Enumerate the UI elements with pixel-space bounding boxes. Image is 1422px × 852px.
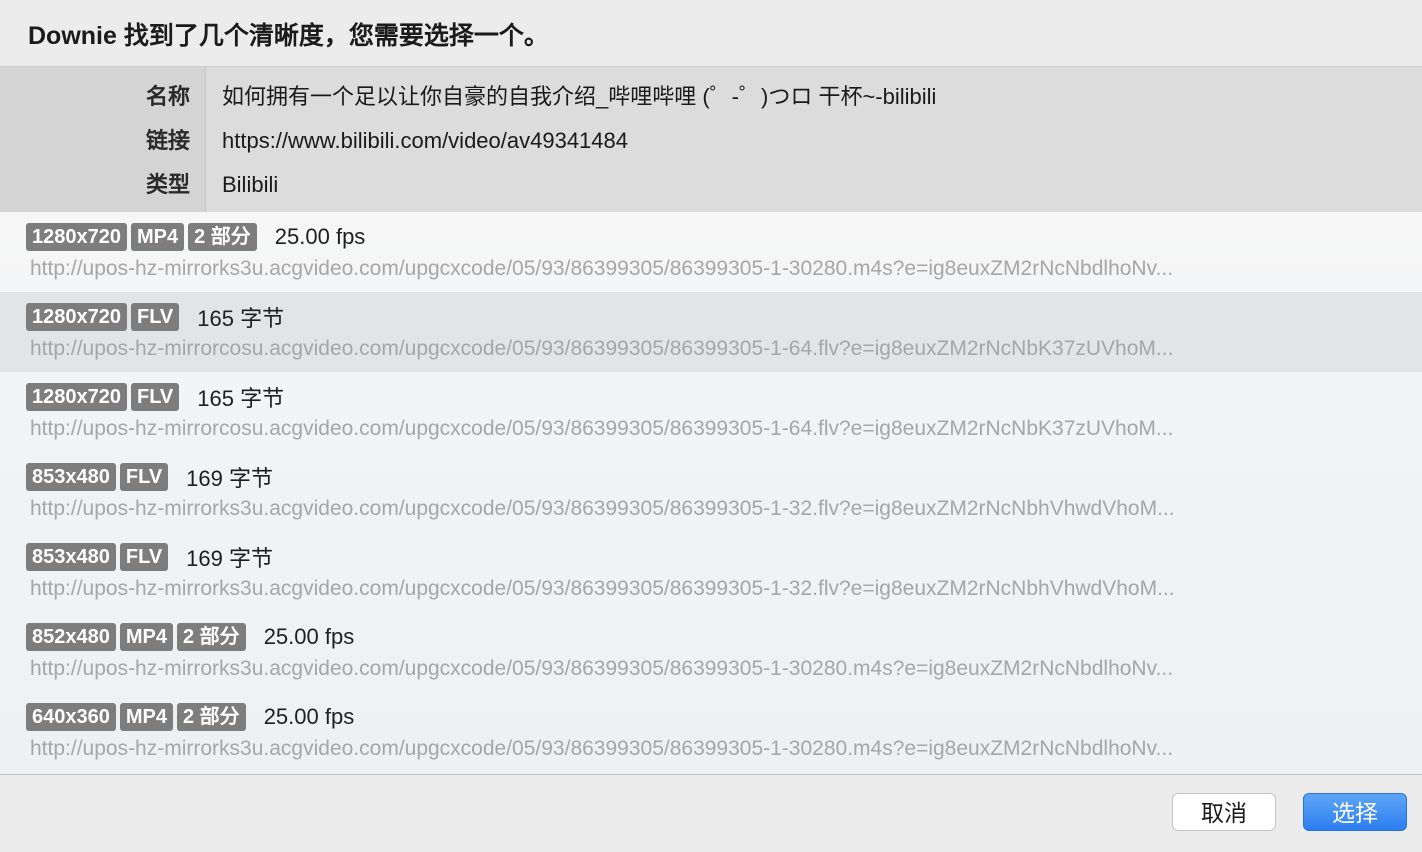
option-url: http://upos-hz-mirrorks3u.acgvideo.com/u… [30,657,1174,680]
quality-option[interactable]: 853x480 FLV 169 字节 http://upos-hz-mirror… [0,532,1422,612]
option-url: http://upos-hz-mirrorks3u.acgvideo.com/u… [30,257,1174,280]
format-badge: FLV [130,303,180,331]
parts-badge: 2 部分 [188,223,257,251]
info-row-name: 名称 如何拥有一个足以让你自豪的自我介绍_哔哩哔哩 (゜-゜)つロ 干杯~-bi… [0,77,1422,117]
option-url: http://upos-hz-mirrorks3u.acgvideo.com/u… [30,577,1175,600]
option-meta: 165 字节 [197,386,285,411]
resolution-badge: 1280x720 [26,303,127,331]
resolution-badge: 853x480 [26,463,116,491]
link-label: 链接 [145,128,190,153]
option-badges: 1280x720 FLV 165 字节 [26,382,284,412]
option-meta: 165 字节 [197,306,285,331]
resolution-badge: 640x360 [26,703,116,731]
quality-option[interactable]: 1280x720 FLV 165 字节 http://upos-hz-mirro… [0,292,1422,372]
option-badges: 853x480 FLV 169 字节 [26,542,273,572]
quality-option[interactable]: 852x480 MP4 2 部分 25.00 fps http://upos-h… [0,612,1422,692]
quality-picker-dialog: Downie 找到了几个清晰度，您需要选择一个。 名称 如何拥有一个足以让你自豪… [0,0,1422,852]
quality-option[interactable]: 1280x720 FLV 165 字节 http://upos-hz-mirro… [0,372,1422,452]
resolution-badge: 852x480 [26,623,116,651]
name-label: 名称 [145,84,190,109]
format-badge: FLV [130,383,180,411]
type-label: 类型 [145,172,190,197]
dialog-footer: 取消 选择 [0,775,1422,852]
quality-option[interactable]: 640x360 MP4 2 部分 25.00 fps http://upos-h… [0,692,1422,772]
dialog-title: Downie 找到了几个清晰度，您需要选择一个。 [28,22,549,50]
option-url: http://upos-hz-mirrorcosu.acgvideo.com/u… [30,417,1174,440]
option-badges: 1280x720 FLV 165 字节 [26,302,284,332]
resolution-badge: 853x480 [26,543,116,571]
option-url: http://upos-hz-mirrorcosu.acgvideo.com/u… [30,337,1174,360]
parts-badge: 2 部分 [177,623,246,651]
parts-badge: 2 部分 [177,703,246,731]
quality-option[interactable]: 853x480 FLV 169 字节 http://upos-hz-mirror… [0,452,1422,532]
info-row-link: 链接 https://www.bilibili.com/video/av4934… [0,121,1422,161]
format-badge: FLV [119,543,169,571]
quality-list[interactable]: 1280x720 MP4 2 部分 25.00 fps http://upos-… [0,212,1422,775]
format-badge: MP4 [130,223,185,251]
name-value: 如何拥有一个足以让你自豪的自我介绍_哔哩哔哩 (゜-゜)つロ 干杯~-bilib… [222,84,937,109]
format-badge: MP4 [119,623,173,651]
format-badge: MP4 [119,703,173,731]
type-value: Bilibili [222,172,279,197]
option-badges: 853x480 FLV 169 字节 [26,462,273,492]
option-badges: 1280x720 MP4 2 部分 25.00 fps [26,222,365,252]
resolution-badge: 1280x720 [26,383,127,411]
option-meta: 25.00 fps [263,704,355,729]
option-badges: 852x480 MP4 2 部分 25.00 fps [26,622,354,652]
option-meta: 25.00 fps [263,624,355,649]
video-info-panel: 名称 如何拥有一个足以让你自豪的自我介绍_哔哩哔哩 (゜-゜)つロ 干杯~-bi… [0,66,1422,213]
option-meta: 25.00 fps [274,224,366,249]
option-badges: 640x360 MP4 2 部分 25.00 fps [26,702,354,732]
quality-option[interactable]: 1280x720 MP4 2 部分 25.00 fps http://upos-… [0,212,1422,292]
resolution-badge: 1280x720 [26,223,127,251]
cancel-button[interactable]: 取消 [1172,793,1276,831]
option-url: http://upos-hz-mirrorks3u.acgvideo.com/u… [30,497,1175,520]
option-meta: 169 字节 [186,466,273,491]
option-meta: 169 字节 [186,546,273,571]
select-button[interactable]: 选择 [1303,793,1407,831]
link-value: https://www.bilibili.com/video/av4934148… [222,128,629,153]
option-url: http://upos-hz-mirrorks3u.acgvideo.com/u… [30,737,1174,760]
format-badge: FLV [119,463,169,491]
info-row-type: 类型 Bilibili [0,165,1422,205]
